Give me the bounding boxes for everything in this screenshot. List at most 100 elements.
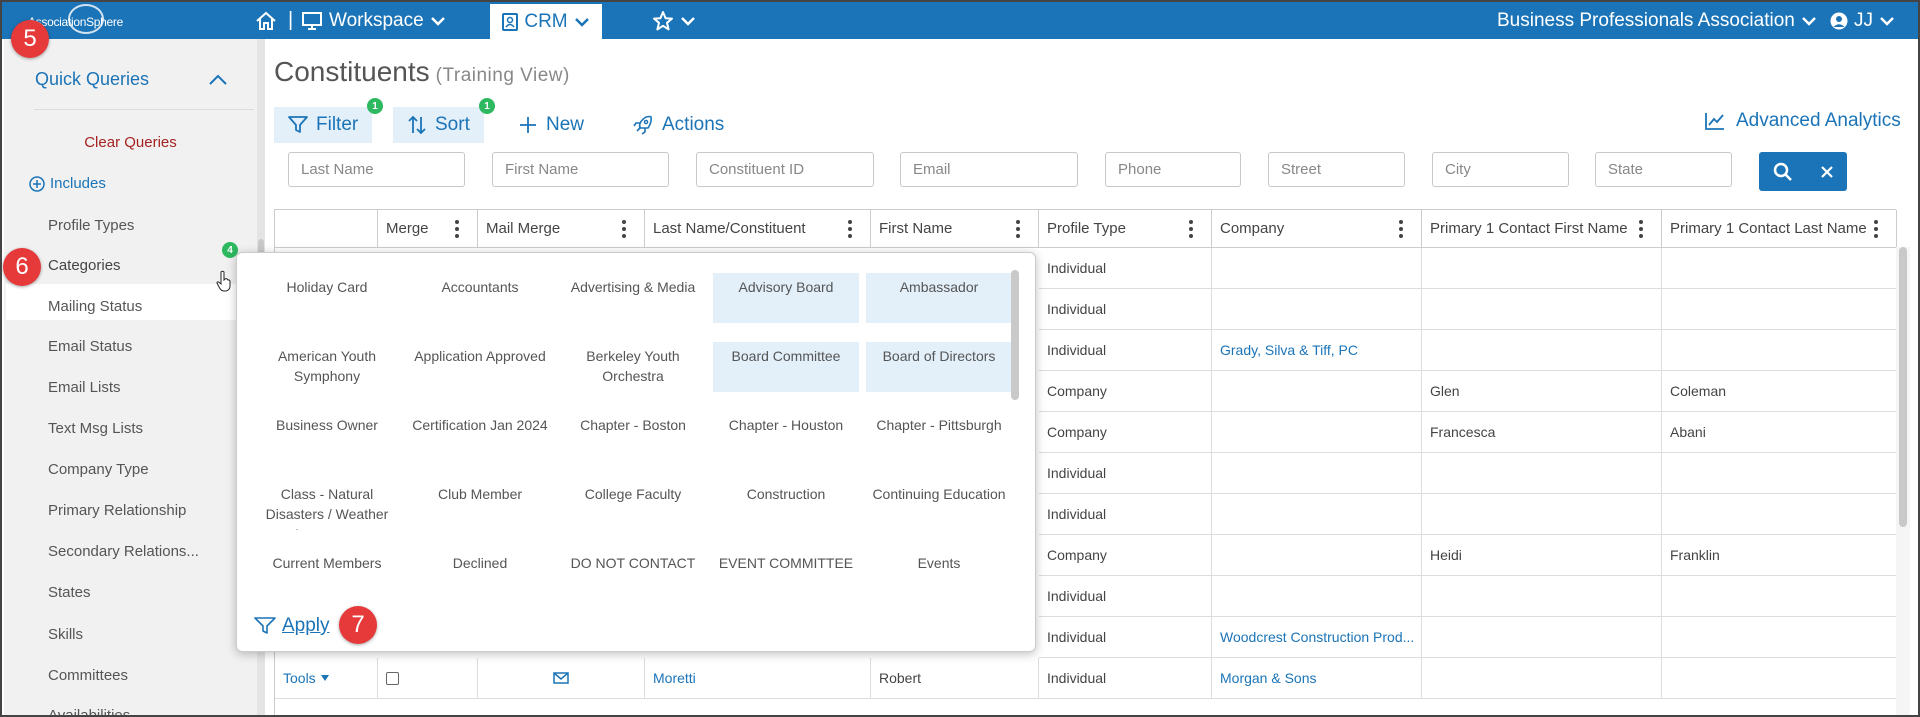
workspace-menu[interactable]: Workspace [301,2,446,39]
sidebar-item-profile-types[interactable]: Profile Types [48,217,134,234]
category-option-selected[interactable]: Board Committee [713,342,859,392]
category-option[interactable]: Events [866,549,1012,599]
column-header-p1-first-name[interactable]: Primary 1 Contact First Name [1422,210,1662,248]
organization-menu[interactable]: Business Professionals Association [1497,2,1817,39]
email-input[interactable] [900,152,1078,187]
category-option[interactable]: American Youth Symphony [254,342,400,392]
category-option[interactable]: Current Members [254,549,400,599]
category-option-selected[interactable]: Advisory Board [713,273,859,323]
company-link[interactable]: Grady, Silva & Tiff, PC [1212,330,1422,371]
category-option-selected[interactable]: Board of Directors [866,342,1012,392]
chevron-up-icon[interactable] [208,73,228,87]
clear-queries-link[interactable]: Clear Queries [4,134,257,151]
includes-toggle[interactable]: Includes [29,175,106,192]
constituent-id-input[interactable] [696,152,874,187]
category-option[interactable]: Application Approved [407,342,553,392]
user-menu[interactable]: JJ [1830,2,1895,39]
category-option[interactable]: Club Member [407,480,553,530]
crm-label: CRM [524,10,568,32]
new-button[interactable]: New [518,107,584,143]
sidebar-item-mailing-status[interactable]: Mailing Status [48,298,142,315]
category-option[interactable]: College Faculty [560,480,706,530]
tools-dropdown[interactable]: Tools [275,658,378,699]
new-label: New [546,114,585,135]
kebab-menu-icon[interactable] [622,220,626,238]
p1-first-name-cell [1422,453,1662,494]
column-header-company[interactable]: Company [1212,210,1422,248]
category-option[interactable]: Declined [407,549,553,599]
sidebar-item-primary-relationship[interactable]: Primary Relationship [48,502,186,519]
category-option[interactable]: Class - Natural Disasters / Weather Awar… [254,480,400,530]
org-name: Business Professionals Association [1497,9,1795,31]
sort-icon [408,115,426,135]
kebab-menu-icon[interactable] [1639,220,1643,238]
grid-scrollbar-thumb[interactable] [1899,247,1907,527]
column-header-first-name[interactable]: First Name [871,210,1039,248]
profile-type-cell: Individual [1039,658,1212,699]
tools-label: Tools [283,670,316,686]
category-option[interactable]: Chapter - Boston [560,411,706,461]
p1-last-name-cell: Franklin [1662,535,1897,576]
merge-checkbox[interactable] [386,671,399,685]
column-header-p1-last-name[interactable]: Primary 1 Contact Last Name [1662,210,1897,248]
kebab-menu-icon[interactable] [848,220,852,238]
kebab-menu-icon[interactable] [1399,220,1403,238]
category-option[interactable]: Holiday Card [254,273,400,323]
street-input[interactable] [1268,152,1405,187]
filter-button[interactable]: Filter [274,107,373,143]
column-header-mail-merge[interactable]: Mail Merge [478,210,645,248]
last-name-input[interactable] [288,152,465,187]
category-option[interactable]: Accountants [407,273,553,323]
kebab-menu-icon[interactable] [1874,220,1878,238]
sort-button[interactable]: Sort [393,107,484,143]
envelope-icon[interactable] [553,672,569,684]
category-option[interactable]: DO NOT CONTACT [560,549,706,599]
column-header-last-name[interactable]: Last Name/Constituent [645,210,871,248]
first-name-input[interactable] [492,152,669,187]
kebab-menu-icon[interactable] [455,220,459,238]
sidebar-item-secondary-relations[interactable]: Secondary Relations... [48,543,199,560]
page-title: Constituents (Training View) [274,56,570,88]
category-option[interactable]: Berkeley Youth Orchestra [560,342,706,392]
last-name-link[interactable]: Moretti [645,658,871,699]
popup-scrollbar-thumb[interactable] [1011,270,1019,400]
actions-button[interactable]: Actions [632,107,724,143]
sidebar-item-text-msg-lists[interactable]: Text Msg Lists [48,420,143,437]
sidebar-item-company-type[interactable]: Company Type [48,461,149,478]
sidebar-item-availabilities[interactable]: Availabilities [48,707,130,715]
advanced-analytics-link[interactable]: Advanced Analytics [1704,110,1901,132]
sidebar-item-categories[interactable]: Categories [48,257,121,274]
favorites-menu[interactable] [652,2,696,39]
phone-input[interactable] [1105,152,1241,187]
sidebar-item-committees[interactable]: Committees [48,667,128,684]
quick-queries-title[interactable]: Quick Queries [35,69,149,90]
column-header-profile-type[interactable]: Profile Type [1039,210,1212,248]
column-header-merge[interactable]: Merge [378,210,478,248]
category-option[interactable]: Chapter - Pittsburgh [866,411,1012,461]
category-option[interactable]: Chapter - Houston [713,411,859,461]
sidebar-item-email-status[interactable]: Email Status [48,338,132,355]
category-option[interactable]: Continuing Education [866,480,1012,530]
chart-line-icon [1705,113,1724,130]
tab-crm[interactable]: CRM [490,4,602,39]
state-input[interactable] [1595,152,1732,187]
kebab-menu-icon[interactable] [1189,220,1193,238]
sidebar-item-states[interactable]: States [48,584,91,601]
category-option[interactable]: Business Owner [254,411,400,461]
sidebar-item-email-lists[interactable]: Email Lists [48,379,121,396]
search-icon[interactable] [1773,162,1793,182]
kebab-menu-icon[interactable] [1016,220,1020,238]
close-icon[interactable] [1820,165,1834,179]
apply-button[interactable]: Apply [254,615,330,637]
category-option[interactable]: EVENT COMMITTEE [713,549,859,599]
city-input[interactable] [1432,152,1569,187]
category-option[interactable]: Advertising & Media [560,273,706,323]
sidebar-item-skills[interactable]: Skills [48,626,83,643]
category-option-selected[interactable]: Ambassador [866,273,1012,323]
company-link[interactable]: Morgan & Sons [1212,658,1422,699]
category-option[interactable]: Construction [713,480,859,530]
grid-scrollbar[interactable] [1896,247,1910,715]
company-link[interactable]: Woodcrest Construction Prod... [1212,617,1422,658]
home-button[interactable] [255,2,277,39]
category-option[interactable]: Certification Jan 2024 [407,411,553,461]
